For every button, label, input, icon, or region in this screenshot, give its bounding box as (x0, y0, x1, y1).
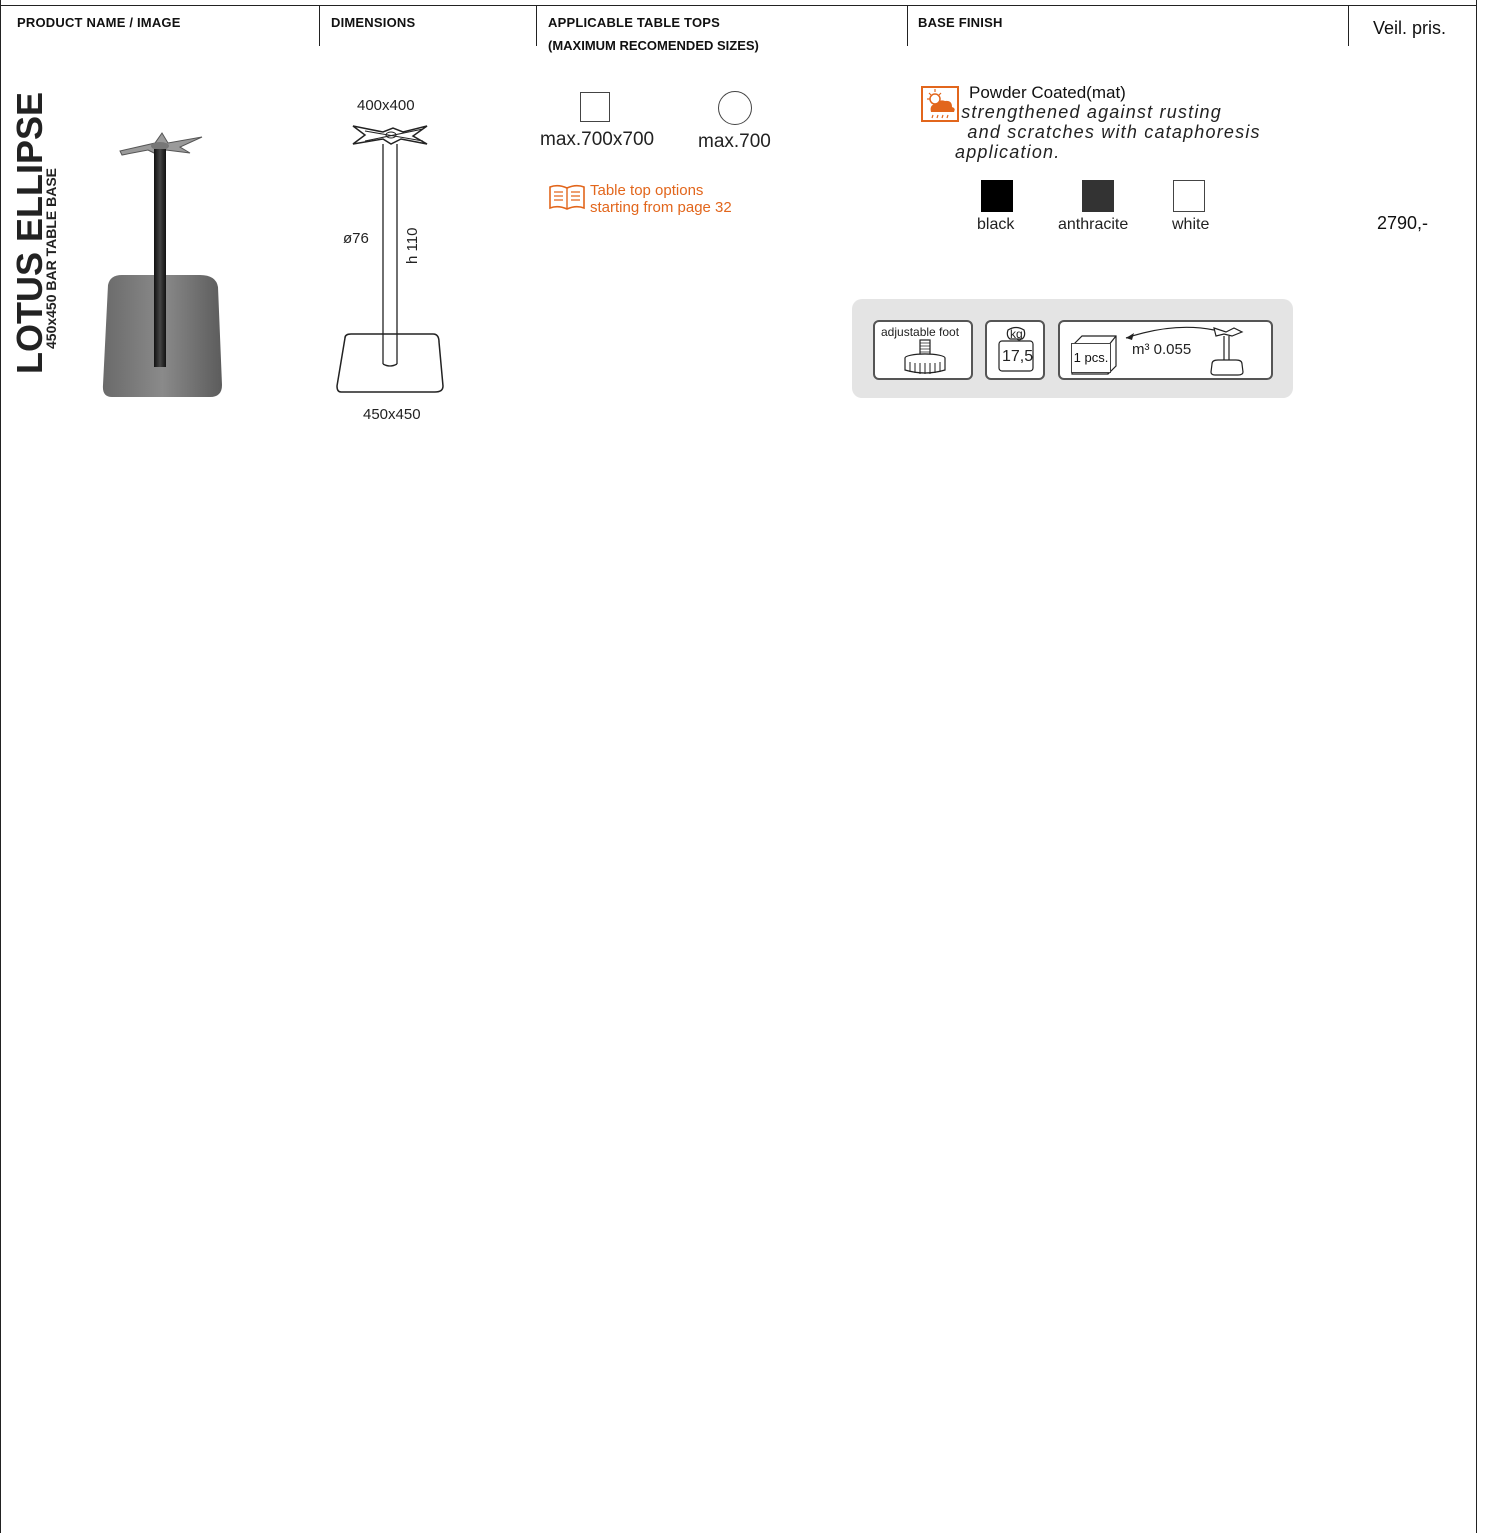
swatch-anthracite (1082, 180, 1114, 212)
book-icon (549, 184, 585, 210)
round-top-max: max.700 (698, 131, 771, 152)
swatch-black (981, 180, 1013, 212)
dim-top-plate: 400x400 (357, 97, 415, 114)
package-volume: m³ 0.055 (1132, 341, 1192, 358)
swatch-label-black: black (977, 216, 1015, 233)
swatch-label-white: white (1172, 216, 1210, 233)
product-subtitle: 450x450 BAR TABLE BASE (43, 167, 59, 349)
table-top-border (0, 5, 1476, 6)
pieces-count: 1 pcs. (1071, 343, 1111, 373)
table-left-border (0, 0, 1, 1533)
price-value: 2790,- (1377, 213, 1429, 233)
column-divider (1348, 6, 1349, 46)
adjustable-foot-label: adjustable foot (881, 325, 960, 339)
options-line2: starting from page 32 (590, 199, 732, 216)
header-base-finish: BASE FINISH (918, 15, 1003, 30)
header-dimensions: DIMENSIONS (331, 15, 416, 30)
header-price: Veil. pris. (1373, 18, 1447, 38)
swatch-white (1173, 180, 1205, 212)
table-right-border (1476, 0, 1477, 1533)
dim-diameter: ø76 (343, 230, 369, 247)
swatch-label-anthracite: anthracite (1058, 216, 1129, 233)
weight-value: 17,5 (1002, 348, 1034, 365)
product-title-block: LOTUS ELLIPSE 450x450 BAR TABLE BASE (9, 92, 72, 374)
page-frame: PRODUCT NAME / IMAGE DIMENSIONS APPLICAB… (0, 0, 1486, 1533)
dim-height: h 110 (404, 227, 421, 264)
finish-title: Powder Coated(mat) (969, 83, 1126, 102)
dim-base: 450x450 (363, 406, 421, 423)
square-top-icon (580, 92, 610, 122)
options-line1: Table top options (590, 182, 704, 199)
weight-box: kg 17,5 (985, 320, 1045, 380)
weather-icon (921, 86, 959, 122)
adjustable-foot-box: adjustable foot (873, 320, 973, 380)
column-divider (536, 6, 537, 46)
column-divider (907, 6, 908, 46)
round-top-icon (718, 91, 752, 125)
table-top-options-link[interactable]: Table top options starting from page 32 (590, 182, 732, 216)
adjustable-foot-icon (904, 339, 946, 374)
header-product: PRODUCT NAME / IMAGE (17, 15, 181, 30)
weight-unit: kg (1010, 327, 1023, 341)
dimension-drawing (336, 125, 444, 393)
product-image (102, 132, 222, 397)
finish-description: strengthened against rusting and scratch… (955, 102, 1261, 162)
header-table-tops: APPLICABLE TABLE TOPS (548, 15, 721, 30)
column-divider (319, 6, 320, 46)
header-table-tops-sub: (MAXIMUM RECOMENDED SIZES) (548, 38, 759, 53)
square-top-max: max.700x700 (540, 129, 655, 150)
